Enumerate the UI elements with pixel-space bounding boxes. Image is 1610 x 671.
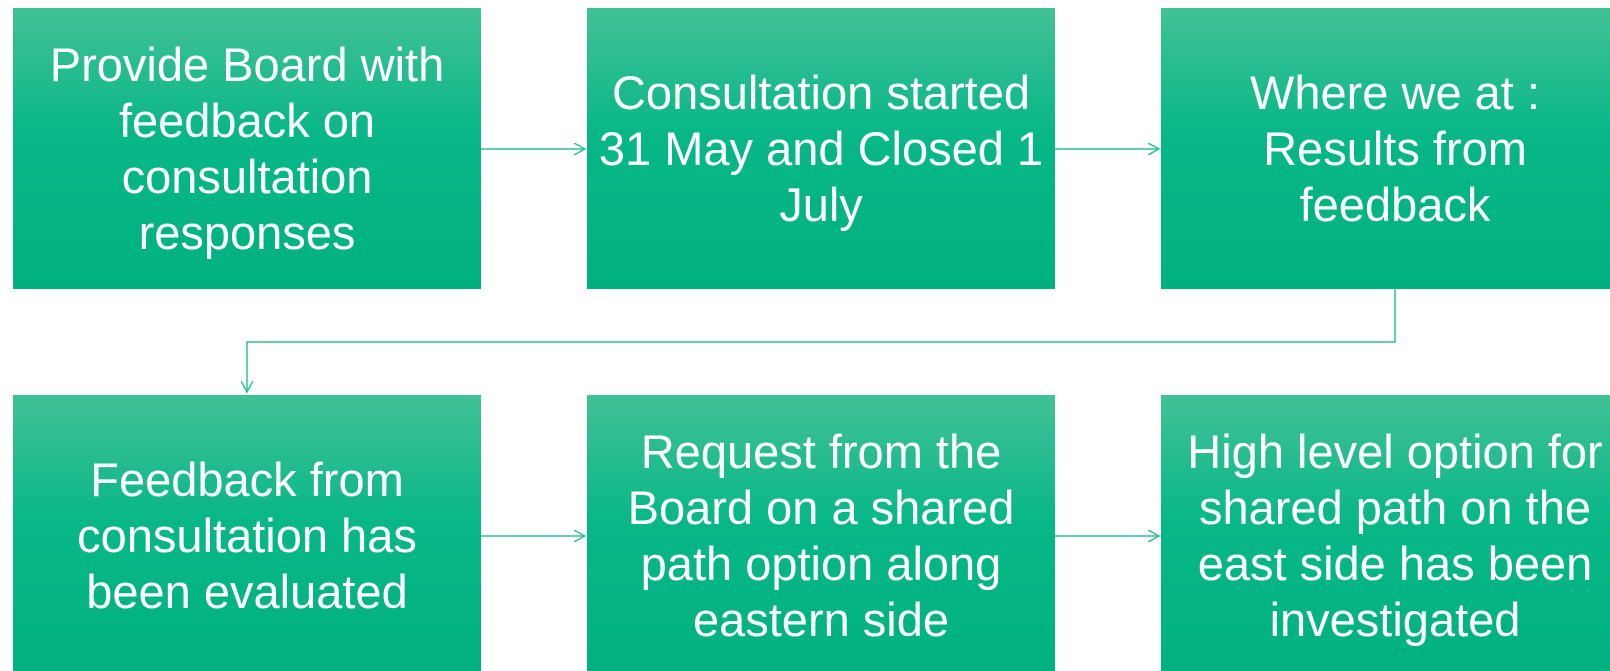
step-box-provide-board-feedback: Provide Board with feedback on consultat… xyxy=(13,8,481,289)
step-label: Where we at : Results from feedback xyxy=(1250,65,1540,231)
step-box-east-side-option-investigated: High level option for shared path on the… xyxy=(1161,395,1610,671)
step-label: Feedback from consultation has been eval… xyxy=(77,452,417,618)
step-box-feedback-evaluated: Feedback from consultation has been eval… xyxy=(13,395,481,671)
step-box-consultation-dates: Consultation started 31 May and Closed 1… xyxy=(587,8,1055,289)
step-label: Provide Board with feedback on consultat… xyxy=(49,37,445,259)
step-box-board-request-shared-path: Request from the Board on a shared path … xyxy=(587,395,1055,671)
step-label: Consultation started 31 May and Closed 1… xyxy=(598,65,1044,231)
step-box-where-we-at: Where we at : Results from feedback xyxy=(1161,8,1610,289)
step-label: Request from the Board on a shared path … xyxy=(627,424,1015,646)
step-label: High level option for shared path on the… xyxy=(1187,424,1603,646)
connector-b3-b4 xyxy=(247,289,1396,392)
process-flow-diagram: Provide Board with feedback on consultat… xyxy=(0,0,1610,671)
